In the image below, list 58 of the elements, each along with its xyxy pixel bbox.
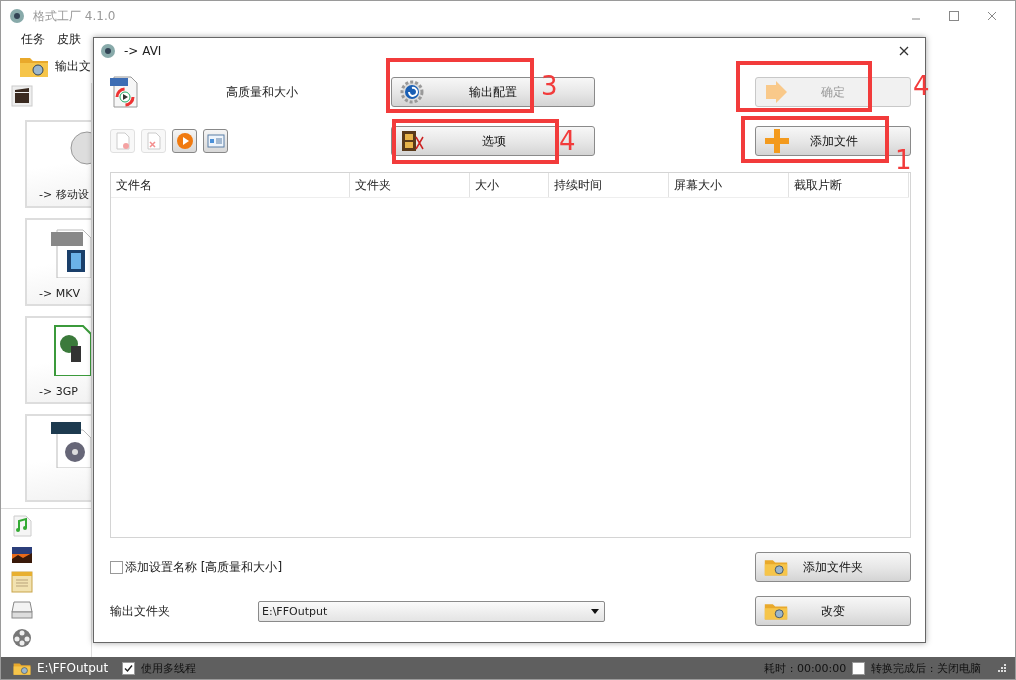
- column-header[interactable]: 文件夹: [350, 173, 470, 197]
- column-header[interactable]: 截取片断: [789, 173, 909, 197]
- column-header[interactable]: 文件名: [111, 173, 350, 197]
- checkbox-label: 添加设置名称 [高质量和大小]: [125, 558, 283, 576]
- dialog-title: -> AVI: [124, 44, 163, 58]
- disc-drive-icon[interactable]: [11, 599, 33, 621]
- shutdown-checkbox[interactable]: [852, 661, 866, 675]
- add-name-checkbox[interactable]: [110, 560, 123, 574]
- arrow-icon: [764, 81, 788, 103]
- toolbar-label[interactable]: 输出文: [55, 57, 91, 75]
- format-label: -> 3GP: [39, 385, 78, 398]
- format-label: -> 移动设: [39, 187, 89, 202]
- gear-icon: [400, 80, 424, 104]
- checkbox-label: 转换完成后 : 关闭电脑: [871, 660, 981, 676]
- checkbox-label: 使用多线程: [141, 660, 197, 676]
- play-icon: [175, 132, 194, 150]
- profile-name: 高质量和大小: [226, 83, 298, 101]
- format-card[interactable]: -> 移动设: [25, 120, 91, 208]
- close-icon[interactable]: [899, 46, 909, 56]
- format-card[interactable]: -> MKV: [25, 218, 91, 306]
- avi-file-icon: [110, 76, 138, 108]
- column-header[interactable]: 屏幕大小: [669, 173, 789, 197]
- change-button[interactable]: 改变: [755, 596, 911, 626]
- maximize-icon[interactable]: [949, 11, 959, 21]
- add-folder-button[interactable]: 添加文件夹: [755, 552, 911, 582]
- music-icon[interactable]: [11, 515, 33, 537]
- folder-icon: [13, 660, 31, 676]
- format-card[interactable]: -> 3GP: [25, 316, 91, 404]
- film-reel-icon[interactable]: [11, 627, 33, 649]
- folder-add-icon: [764, 557, 788, 577]
- phone-video-file-icon: [51, 324, 91, 376]
- output-path: E:\FFOutput: [37, 661, 109, 675]
- window-title: 格式工厂 4.1.0: [33, 7, 117, 25]
- tool-button[interactable]: [172, 129, 197, 153]
- menu-item[interactable]: 皮肤: [57, 31, 81, 49]
- delete-file-icon: [145, 132, 162, 150]
- remove-file-icon: [114, 132, 131, 150]
- tool-button[interactable]: [203, 129, 228, 153]
- step-number: 4: [559, 128, 576, 154]
- multithread-checkbox[interactable]: [122, 661, 136, 675]
- video-file-icon: [51, 226, 91, 278]
- output-folder-label: 输出文件夹: [110, 602, 171, 620]
- resize-grip-icon[interactable]: [997, 663, 1007, 673]
- film-scissors-icon: [400, 129, 426, 153]
- format-label: -> MKV: [39, 287, 80, 300]
- app-icon: [9, 8, 25, 24]
- column-header[interactable]: 持续时间: [549, 173, 669, 197]
- plus-icon: [764, 128, 790, 154]
- app-icon: [100, 43, 116, 59]
- caret-icon: [591, 608, 599, 614]
- format-card[interactable]: [25, 414, 91, 502]
- column-header[interactable]: 大小: [470, 173, 549, 197]
- video-category-icon[interactable]: [11, 85, 33, 107]
- info-card-icon: [206, 134, 225, 148]
- menu-item[interactable]: 任务: [21, 31, 45, 49]
- elapsed-time: 耗时 : 00:00:00: [764, 660, 847, 676]
- output-folder-dropdown[interactable]: E:\FFOutput: [258, 600, 605, 622]
- folder-icon: [764, 601, 788, 621]
